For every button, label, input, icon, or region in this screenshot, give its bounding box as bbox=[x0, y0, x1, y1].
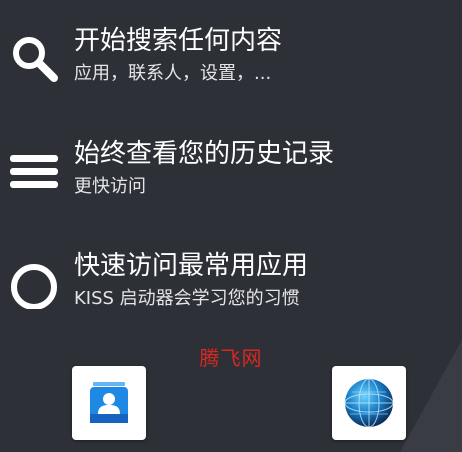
intro-item-subtitle: 应用，联系人，设置，... bbox=[74, 63, 272, 84]
intro-item-subtitle: KISS 启动器会学习您的习惯 bbox=[74, 288, 300, 309]
intro-item-title: 始终查看您的历史记录 bbox=[74, 139, 335, 169]
favorite-app-browser[interactable] bbox=[332, 366, 406, 440]
intro-item-title: 开始搜索任何内容 bbox=[74, 26, 283, 56]
globe-browser-app-icon bbox=[344, 378, 394, 428]
contacts-app-icon bbox=[90, 382, 128, 423]
intro-item-subtitle: 更快访问 bbox=[74, 176, 146, 197]
menu-icon bbox=[10, 155, 58, 188]
intro-item-favorites: 快速访问最常用应用 KISS 启动器会学习您的习惯 bbox=[0, 249, 462, 329]
search-icon bbox=[13, 37, 58, 82]
intro-item-history: 始终查看您的历史记录 更快访问 bbox=[0, 137, 462, 217]
favorite-app-contacts[interactable] bbox=[72, 366, 146, 440]
intro-item-title: 快速访问最常用应用 bbox=[74, 251, 309, 281]
intro-item-search: 开始搜索任何内容 应用，联系人，设置，... bbox=[0, 24, 462, 104]
circle-icon bbox=[11, 264, 57, 309]
